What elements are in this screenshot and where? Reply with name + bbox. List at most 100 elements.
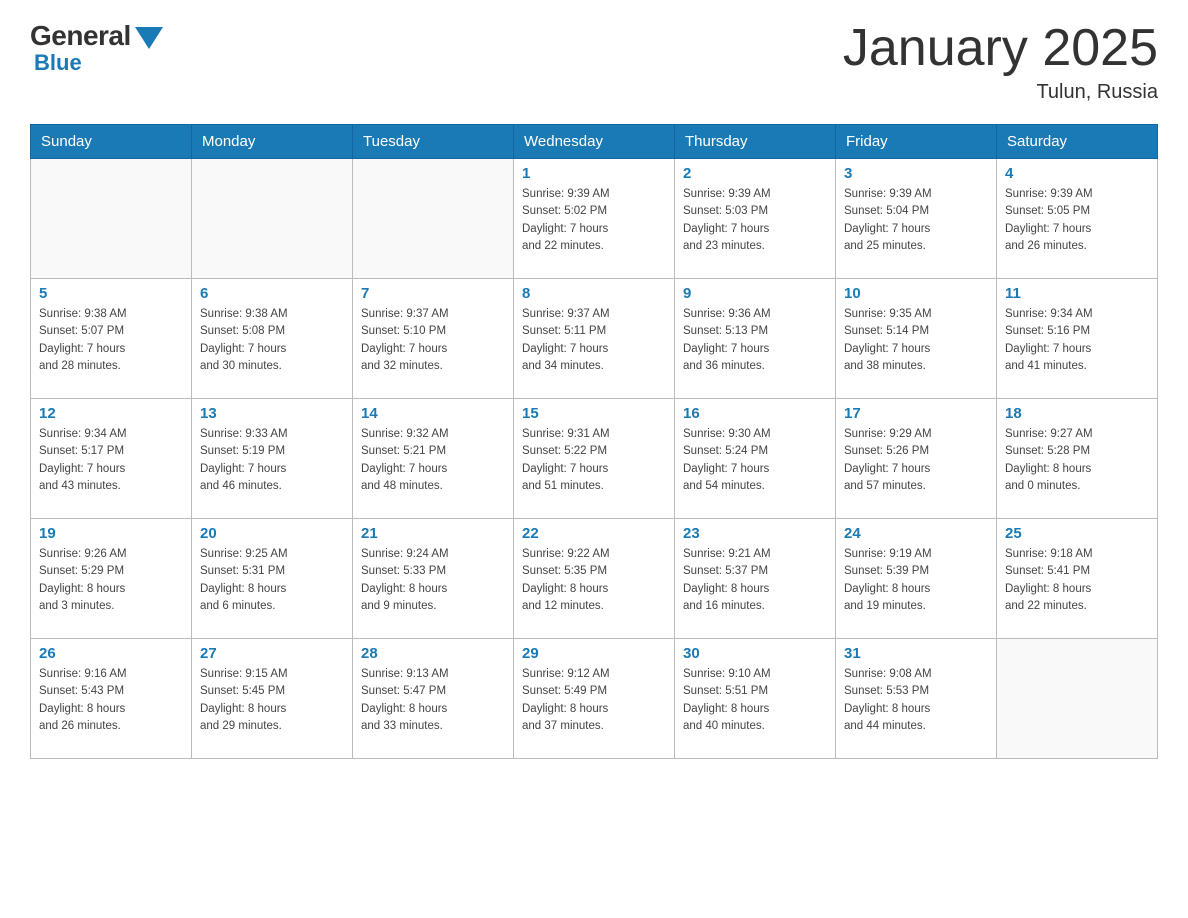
day-number: 24 [844,525,988,542]
day-number: 2 [683,165,827,182]
day-info: Sunrise: 9:19 AM Sunset: 5:39 PM Dayligh… [844,546,988,615]
day-number: 27 [200,645,344,662]
weekday-header-thursday: Thursday [675,125,836,159]
calendar-week-row: 26 Sunrise: 9:16 AM Sunset: 5:43 PM Dayli… [31,639,1158,759]
day-number: 15 [522,405,666,422]
calendar-cell: 4 Sunrise: 9:39 AM Sunset: 5:05 PM Daylig… [997,159,1158,279]
day-number: 8 [522,285,666,302]
calendar-week-row: 5 Sunrise: 9:38 AM Sunset: 5:07 PM Daylig… [31,279,1158,399]
day-number: 26 [39,645,183,662]
calendar-cell: 6Sunrise: 9:38 AM Sunset: 5:08 PM Daylig… [192,279,353,399]
calendar-cell: 11 Sunrise: 9:34 AM Sunset: 5:16 PM Dayli… [997,279,1158,399]
day-number: 11 [1005,285,1149,302]
day-info: Sunrise: 9:21 AM Sunset: 5:37 PM Dayligh… [683,546,827,615]
day-number: 4 [1005,165,1149,182]
calendar-cell: 5 Sunrise: 9:38 AM Sunset: 5:07 PM Daylig… [31,279,192,399]
calendar-cell: 12 Sunrise: 9:34 AM Sunset: 5:17 PM Dayli… [31,399,192,519]
calendar-cell [997,639,1158,759]
logo: General Blue [30,20,163,76]
logo-blue-text: Blue [34,50,82,76]
day-number: 13 [200,405,344,422]
calendar-cell: 8 Sunrise: 9:37 AM Sunset: 5:11 PM Daylig… [514,279,675,399]
calendar-cell: 30 Sunrise: 9:10 AM Sunset: 5:51 PM Dayli… [675,639,836,759]
day-number: 23 [683,525,827,542]
calendar-cell [353,159,514,279]
calendar-cell: 22 Sunrise: 9:22 AM Sunset: 5:35 PM Dayli… [514,519,675,639]
calendar-cell: 7 Sunrise: 9:37 AM Sunset: 5:10 PM Daylig… [353,279,514,399]
calendar-cell: 20Sunrise: 9:25 AM Sunset: 5:31 PM Dayli… [192,519,353,639]
calendar-cell: 29 Sunrise: 9:12 AM Sunset: 5:49 PM Dayli… [514,639,675,759]
calendar-cell: 2 Sunrise: 9:39 AM Sunset: 5:03 PM Daylig… [675,159,836,279]
day-info: Sunrise: 9:34 AM Sunset: 5:17 PM Dayligh… [39,426,183,495]
weekday-header-sunday: Sunday [31,125,192,159]
weekday-header-row: SundayMondayTuesdayWednesdayThursdayFrid… [31,125,1158,159]
calendar-location: Tulun, Russia [843,81,1158,104]
calendar-cell: 23 Sunrise: 9:21 AM Sunset: 5:37 PM Dayli… [675,519,836,639]
day-number: 10 [844,285,988,302]
day-info: Sunrise: 9:37 AM Sunset: 5:11 PM Dayligh… [522,306,666,375]
day-number: 18 [1005,405,1149,422]
day-info: Sunrise: 9:39 AM Sunset: 5:05 PM Dayligh… [1005,186,1149,255]
calendar-week-row: 12 Sunrise: 9:34 AM Sunset: 5:17 PM Dayli… [31,399,1158,519]
calendar-cell [31,159,192,279]
calendar-cell: 28Sunrise: 9:13 AM Sunset: 5:47 PM Dayli… [353,639,514,759]
calendar-cell: 16Sunrise: 9:30 AM Sunset: 5:24 PM Dayli… [675,399,836,519]
day-info: Sunrise: 9:08 AM Sunset: 5:53 PM Dayligh… [844,666,988,735]
day-info: Sunrise: 9:37 AM Sunset: 5:10 PM Dayligh… [361,306,505,375]
day-info: Sunrise: 9:36 AM Sunset: 5:13 PM Dayligh… [683,306,827,375]
calendar-cell: 25Sunrise: 9:18 AM Sunset: 5:41 PM Dayli… [997,519,1158,639]
day-info: Sunrise: 9:32 AM Sunset: 5:21 PM Dayligh… [361,426,505,495]
calendar-cell [192,159,353,279]
day-info: Sunrise: 9:39 AM Sunset: 5:03 PM Dayligh… [683,186,827,255]
day-info: Sunrise: 9:10 AM Sunset: 5:51 PM Dayligh… [683,666,827,735]
day-number: 12 [39,405,183,422]
day-info: Sunrise: 9:12 AM Sunset: 5:49 PM Dayligh… [522,666,666,735]
calendar-week-row: 19Sunrise: 9:26 AM Sunset: 5:29 PM Dayli… [31,519,1158,639]
calendar-cell: 14 Sunrise: 9:32 AM Sunset: 5:21 PM Dayli… [353,399,514,519]
day-info: Sunrise: 9:27 AM Sunset: 5:28 PM Dayligh… [1005,426,1149,495]
title-block: January 2025 Tulun, Russia [843,20,1158,104]
day-number: 22 [522,525,666,542]
day-number: 16 [683,405,827,422]
calendar-cell: 9Sunrise: 9:36 AM Sunset: 5:13 PM Daylig… [675,279,836,399]
day-info: Sunrise: 9:39 AM Sunset: 5:04 PM Dayligh… [844,186,988,255]
day-number: 6 [200,285,344,302]
logo-triangle-icon [135,27,163,49]
logo-general-text: General [30,20,131,52]
day-info: Sunrise: 9:38 AM Sunset: 5:07 PM Dayligh… [39,306,183,375]
calendar-title: January 2025 [843,20,1158,77]
day-info: Sunrise: 9:16 AM Sunset: 5:43 PM Dayligh… [39,666,183,735]
weekday-header-wednesday: Wednesday [514,125,675,159]
day-number: 21 [361,525,505,542]
calendar-week-row: 1 Sunrise: 9:39 AM Sunset: 5:02 PM Daylig… [31,159,1158,279]
weekday-header-saturday: Saturday [997,125,1158,159]
day-info: Sunrise: 9:29 AM Sunset: 5:26 PM Dayligh… [844,426,988,495]
day-info: Sunrise: 9:24 AM Sunset: 5:33 PM Dayligh… [361,546,505,615]
day-info: Sunrise: 9:34 AM Sunset: 5:16 PM Dayligh… [1005,306,1149,375]
day-number: 1 [522,165,666,182]
page-header: General Blue January 2025 Tulun, Russia [30,20,1158,104]
day-number: 7 [361,285,505,302]
calendar-cell: 3 Sunrise: 9:39 AM Sunset: 5:04 PM Daylig… [836,159,997,279]
day-info: Sunrise: 9:39 AM Sunset: 5:02 PM Dayligh… [522,186,666,255]
calendar-cell: 19Sunrise: 9:26 AM Sunset: 5:29 PM Dayli… [31,519,192,639]
day-number: 29 [522,645,666,662]
calendar-cell: 15Sunrise: 9:31 AM Sunset: 5:22 PM Dayli… [514,399,675,519]
calendar-cell: 27Sunrise: 9:15 AM Sunset: 5:45 PM Dayli… [192,639,353,759]
weekday-header-monday: Monday [192,125,353,159]
calendar-cell: 31 Sunrise: 9:08 AM Sunset: 5:53 PM Dayli… [836,639,997,759]
calendar-cell: 17 Sunrise: 9:29 AM Sunset: 5:26 PM Dayli… [836,399,997,519]
day-info: Sunrise: 9:33 AM Sunset: 5:19 PM Dayligh… [200,426,344,495]
day-number: 14 [361,405,505,422]
day-number: 30 [683,645,827,662]
calendar-table: SundayMondayTuesdayWednesdayThursdayFrid… [30,124,1158,759]
calendar-cell: 10Sunrise: 9:35 AM Sunset: 5:14 PM Dayli… [836,279,997,399]
day-number: 31 [844,645,988,662]
day-number: 3 [844,165,988,182]
calendar-cell: 18 Sunrise: 9:27 AM Sunset: 5:28 PM Dayli… [997,399,1158,519]
day-number: 17 [844,405,988,422]
day-number: 5 [39,285,183,302]
day-info: Sunrise: 9:22 AM Sunset: 5:35 PM Dayligh… [522,546,666,615]
calendar-cell: 1 Sunrise: 9:39 AM Sunset: 5:02 PM Daylig… [514,159,675,279]
calendar-cell: 21 Sunrise: 9:24 AM Sunset: 5:33 PM Dayli… [353,519,514,639]
